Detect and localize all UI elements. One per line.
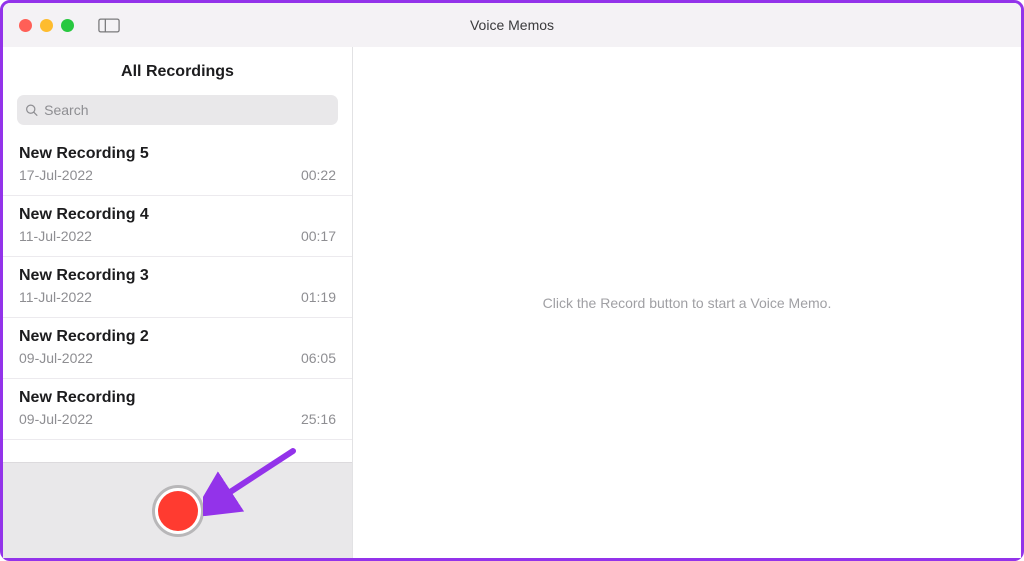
- recording-duration: 00:22: [301, 167, 336, 183]
- recording-duration: 06:05: [301, 350, 336, 366]
- recording-duration: 01:19: [301, 289, 336, 305]
- titlebar: Voice Memos: [3, 3, 1021, 47]
- recordings-list: New Recording 517-Jul-202200:22New Recor…: [3, 135, 352, 462]
- recording-item[interactable]: New Recording 4 11-Jul-2022 00:17: [3, 196, 352, 257]
- record-button[interactable]: [152, 485, 204, 537]
- recording-title: New Recording 4: [19, 206, 336, 224]
- search-field[interactable]: [17, 95, 338, 125]
- recording-date: 09-Jul-2022: [19, 411, 93, 427]
- recording-duration: 00:17: [301, 228, 336, 244]
- record-footer: [3, 462, 352, 558]
- search-icon: [25, 103, 38, 117]
- recording-date: 11-Jul-2022: [19, 289, 92, 305]
- recording-item[interactable]: New Recording 09-Jul-2022 25:16: [3, 379, 352, 440]
- maximize-window-button[interactable]: [61, 19, 74, 32]
- recording-meta: 09-Jul-2022 25:16: [19, 411, 336, 427]
- minimize-window-button[interactable]: [40, 19, 53, 32]
- recording-meta: 11-Jul-2022 00:17: [19, 228, 336, 244]
- window-title: Voice Memos: [470, 17, 554, 33]
- sidebar-header: All Recordings: [3, 47, 352, 95]
- traffic-lights: [19, 19, 74, 32]
- recording-title: New Recording 2: [19, 328, 336, 346]
- sidebar-toggle-button[interactable]: [96, 16, 122, 34]
- recording-meta: 11-Jul-2022 01:19: [19, 289, 336, 305]
- recording-title: New Recording 3: [19, 267, 336, 285]
- main-panel: Click the Record button to start a Voice…: [353, 47, 1021, 558]
- search-container: [3, 95, 352, 129]
- recording-item[interactable]: New Recording 5 17-Jul-2022 00:22: [3, 135, 352, 196]
- recording-meta: 17-Jul-2022 00:22: [19, 167, 336, 183]
- recording-date: 17-Jul-2022: [19, 167, 93, 183]
- sidebar-toggle-icon: [98, 18, 120, 33]
- recording-item[interactable]: New Recording 3 11-Jul-2022 01:19: [3, 257, 352, 318]
- recording-date: 11-Jul-2022: [19, 228, 92, 244]
- recording-date: 09-Jul-2022: [19, 350, 93, 366]
- sidebar: All Recordings New Recording 5 17-Jul-202…: [3, 47, 353, 558]
- record-icon: [158, 491, 198, 531]
- search-input[interactable]: [44, 102, 330, 118]
- recording-title: New Recording 5: [19, 145, 336, 163]
- recording-item[interactable]: New Recording 2 09-Jul-2022 06:05: [3, 318, 352, 379]
- recording-meta: 09-Jul-2022 06:05: [19, 350, 336, 366]
- content-area: All Recordings New Recording 5 17-Jul-202…: [3, 47, 1021, 558]
- close-window-button[interactable]: [19, 19, 32, 32]
- recording-title: New Recording: [19, 389, 336, 407]
- recording-duration: 25:16: [301, 411, 336, 427]
- empty-state-text: Click the Record button to start a Voice…: [543, 295, 832, 311]
